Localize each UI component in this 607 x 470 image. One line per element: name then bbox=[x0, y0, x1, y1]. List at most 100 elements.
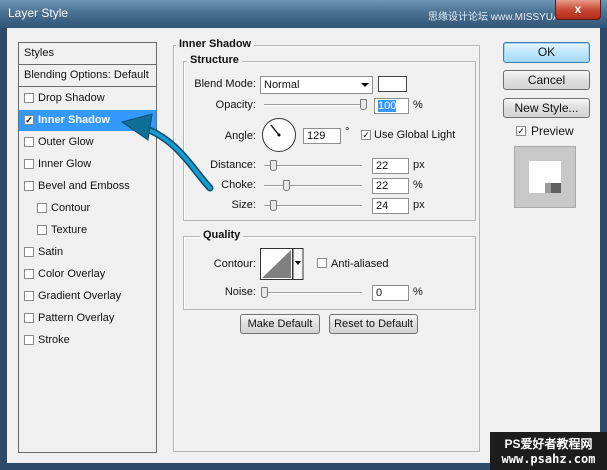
style-label-inner-glow: Inner Glow bbox=[38, 158, 92, 170]
noise-input[interactable]: 0 bbox=[372, 285, 409, 301]
distance-slider-thumb[interactable] bbox=[269, 160, 277, 171]
blend-mode-label: Blend Mode: bbox=[194, 78, 256, 90]
noise-slider[interactable] bbox=[264, 292, 362, 294]
close-icon: x bbox=[574, 2, 582, 16]
make-default-button[interactable]: Make Default bbox=[240, 314, 320, 334]
angle-dial[interactable] bbox=[261, 117, 297, 153]
anti-aliased-label: Anti-aliased bbox=[331, 258, 389, 270]
style-checkbox-color-overlay[interactable] bbox=[24, 269, 34, 279]
size-label: Size: bbox=[231, 199, 256, 211]
style-item-drop-shadow[interactable]: Drop Shadow bbox=[19, 88, 156, 109]
anti-aliased-checkbox[interactable] bbox=[317, 258, 327, 268]
style-label-gradient-overlay: Gradient Overlay bbox=[38, 290, 122, 302]
size-slider[interactable] bbox=[264, 205, 362, 207]
angle-unit: ° bbox=[345, 126, 350, 138]
distance-value: 22 bbox=[376, 160, 389, 172]
angle-value: 129 bbox=[307, 130, 326, 142]
distance-unit: px bbox=[413, 159, 425, 171]
inner-shadow-title: Inner Shadow bbox=[176, 38, 255, 50]
use-global-light-label: Use Global Light bbox=[374, 129, 456, 141]
style-item-stroke[interactable]: Stroke bbox=[19, 330, 156, 351]
style-label-drop-shadow: Drop Shadow bbox=[38, 92, 105, 104]
structure-title: Structure bbox=[187, 54, 242, 66]
opacity-unit: % bbox=[413, 99, 423, 111]
noise-slider-thumb[interactable] bbox=[261, 287, 268, 298]
styles-list: Styles Blending Options: Default Drop Sh… bbox=[18, 42, 157, 453]
style-checkbox-stroke[interactable] bbox=[24, 335, 34, 345]
style-item-satin[interactable]: Satin bbox=[19, 242, 156, 263]
choke-slider-thumb[interactable] bbox=[282, 180, 290, 191]
angle-input[interactable]: 129 bbox=[303, 128, 341, 144]
angle-dial-icon bbox=[262, 118, 296, 152]
opacity-value: 100 bbox=[378, 100, 397, 112]
style-label-stroke: Stroke bbox=[38, 334, 70, 346]
style-checkbox-outer-glow[interactable] bbox=[24, 137, 34, 147]
window-title: Layer Style bbox=[8, 6, 69, 20]
style-label-texture: Texture bbox=[51, 224, 88, 236]
new-style-button[interactable]: New Style... bbox=[503, 98, 590, 118]
quality-group bbox=[183, 236, 476, 310]
blending-options-label: Blending Options: Default bbox=[24, 69, 149, 81]
style-label-outer-glow: Outer Glow bbox=[38, 136, 94, 148]
cancel-button[interactable]: Cancel bbox=[503, 70, 590, 90]
preview-thumbnail bbox=[514, 146, 576, 208]
style-item-contour[interactable]: Contour bbox=[19, 198, 156, 219]
blend-mode-value: Normal bbox=[264, 79, 300, 91]
style-label-color-overlay: Color Overlay bbox=[38, 268, 106, 280]
style-label-contour: Contour bbox=[51, 202, 91, 214]
styles-header[interactable]: Styles bbox=[19, 43, 156, 65]
style-item-pattern-overlay[interactable]: Pattern Overlay bbox=[19, 308, 156, 329]
style-label-pattern-overlay: Pattern Overlay bbox=[38, 312, 115, 324]
size-slider-thumb[interactable] bbox=[269, 200, 277, 211]
quality-title: Quality bbox=[200, 229, 244, 241]
style-item-texture[interactable]: Texture bbox=[19, 220, 156, 241]
choke-slider[interactable] bbox=[264, 185, 362, 187]
preview-checkbox[interactable]: ✓ bbox=[516, 126, 526, 136]
contour-picker[interactable] bbox=[260, 248, 304, 280]
size-unit: px bbox=[413, 199, 425, 211]
use-global-light-checkbox[interactable]: ✓ bbox=[361, 130, 371, 140]
style-checkbox-texture[interactable] bbox=[37, 225, 47, 235]
style-checkbox-bevel-and-emboss[interactable] bbox=[24, 181, 34, 191]
noise-value: 0 bbox=[376, 287, 383, 299]
style-checkbox-gradient-overlay[interactable] bbox=[24, 291, 34, 301]
style-item-color-overlay[interactable]: Color Overlay bbox=[19, 264, 156, 285]
blending-options-item[interactable]: Blending Options: Default bbox=[19, 65, 156, 87]
contour-label: Contour: bbox=[213, 258, 256, 270]
preview-label: Preview bbox=[531, 124, 574, 138]
chevron-down-icon bbox=[361, 83, 369, 87]
annotation-arrow-icon bbox=[120, 113, 214, 192]
size-input[interactable]: 24 bbox=[372, 198, 409, 214]
choke-input[interactable]: 22 bbox=[372, 178, 409, 194]
opacity-slider-thumb[interactable] bbox=[360, 99, 367, 110]
style-checkbox-satin[interactable] bbox=[24, 247, 34, 257]
distance-slider[interactable] bbox=[264, 165, 362, 167]
noise-label: Noise: bbox=[224, 286, 256, 298]
close-button[interactable]: x bbox=[555, 0, 601, 20]
style-item-gradient-overlay[interactable]: Gradient Overlay bbox=[19, 286, 156, 307]
style-checkbox-inner-glow[interactable] bbox=[24, 159, 34, 169]
distance-input[interactable]: 22 bbox=[372, 158, 409, 174]
style-label-satin: Satin bbox=[38, 246, 64, 258]
opacity-input[interactable]: 100 bbox=[374, 98, 409, 114]
styles-header-label: Styles bbox=[24, 47, 54, 59]
style-checkbox-contour[interactable] bbox=[37, 203, 47, 213]
site-badge: PS爱好者教程网 www.psahz.com bbox=[490, 432, 607, 470]
style-checkbox-drop-shadow[interactable] bbox=[24, 93, 34, 103]
opacity-slider[interactable] bbox=[264, 104, 367, 106]
title-bar[interactable]: Layer Style 思缘设计论坛 www.MISSYUAN.COM x bbox=[0, 0, 607, 28]
style-label-inner-shadow: Inner Shadow bbox=[38, 114, 111, 126]
style-checkbox-inner-shadow[interactable]: ✓ bbox=[24, 115, 34, 125]
choke-unit: % bbox=[413, 179, 423, 191]
blend-mode-select[interactable]: Normal bbox=[260, 76, 373, 94]
size-value: 24 bbox=[376, 200, 389, 212]
choke-value: 22 bbox=[376, 180, 389, 192]
reset-default-button[interactable]: Reset to Default bbox=[329, 314, 418, 334]
shadow-color-swatch[interactable] bbox=[378, 76, 407, 92]
badge-line-1: PS爱好者教程网 bbox=[504, 437, 593, 451]
style-checkbox-pattern-overlay[interactable] bbox=[24, 313, 34, 323]
ok-button[interactable]: OK bbox=[503, 42, 590, 63]
contour-preview-icon bbox=[260, 248, 304, 280]
noise-unit: % bbox=[413, 286, 423, 298]
badge-line-2: www.psahz.com bbox=[501, 452, 596, 466]
